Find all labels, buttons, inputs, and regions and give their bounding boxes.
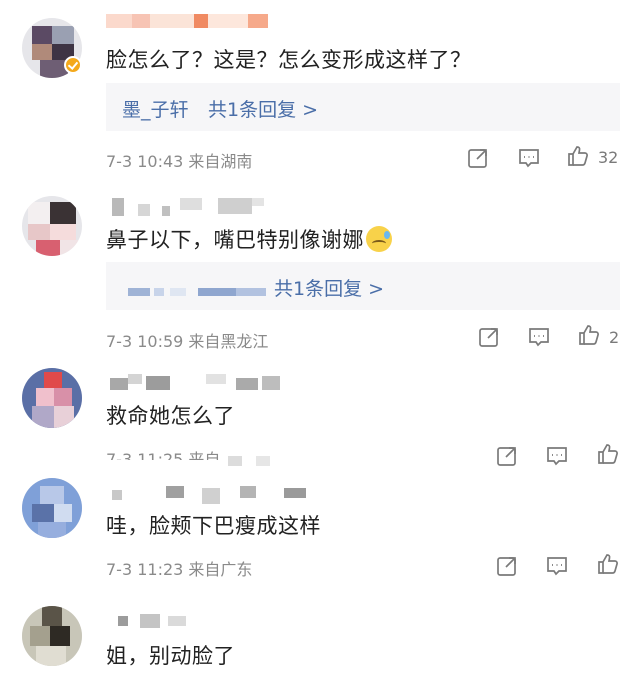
share-icon[interactable] [495,444,519,468]
comment-time: 7-3 10:43 [106,152,184,171]
comment-text: 鼻子以下，嘴巴特别像谢娜 [106,224,392,254]
reply-count-link[interactable]: 共1条回复 > [208,95,318,122]
reply-count-link[interactable]: 共1条回复 > [274,274,384,301]
comment-text: 姐，别动脸了 [106,644,235,668]
comment-meta: 7-3 11:23 来自广东 [106,556,252,580]
comment-text: 脸怎么了？这是？怎么变形成这样了？ [106,48,472,72]
avatar[interactable] [22,196,82,256]
avatar[interactable] [22,606,82,666]
comment-time: 7-3 11:25 [106,450,184,460]
reply-author-redacted [128,288,150,296]
verified-badge-icon [64,56,82,74]
reply-author[interactable]: 墨_子轩 [122,95,189,122]
like-count: 32 [598,148,619,167]
thumbs-up-icon[interactable] [596,442,620,466]
comment-icon[interactable] [527,325,551,349]
comment-location: 来自黑龙江 [188,332,269,351]
username[interactable] [106,198,276,218]
username[interactable] [106,14,276,34]
reply-preview[interactable]: 共1条回复 > [106,262,620,310]
username[interactable] [106,614,226,634]
comment-meta: 7-3 11:25 来自 [106,446,220,460]
comment-icon[interactable] [545,554,569,578]
share-icon[interactable] [477,325,501,349]
username[interactable] [106,486,326,506]
comment-time: 7-3 11:23 [106,560,184,579]
comment-text: 哇，脸颊下巴瘦成这样 [106,514,321,538]
comment-location: 来自广东 [188,560,253,579]
comment-icon[interactable] [545,444,569,468]
comment-location: 来自 [188,450,221,460]
share-icon[interactable] [466,146,490,170]
crying-face-emoji-icon [366,226,392,252]
like-count: 2 [609,328,620,347]
avatar[interactable] [22,478,82,538]
comment-meta: 7-3 10:59 来自黑龙江 [106,328,268,352]
thumbs-up-icon[interactable] [566,144,590,168]
comment-location: 来自湖南 [188,152,253,171]
username[interactable] [106,374,306,394]
thumbs-up-icon[interactable] [596,552,620,576]
share-icon[interactable] [495,554,519,578]
comment-time: 7-3 10:59 [106,332,184,351]
comment-meta: 7-3 10:43 来自湖南 [106,148,252,172]
reply-preview[interactable]: 墨_子轩 共1条回复 > [106,83,620,131]
comment-text: 救命她怎么了 [106,404,235,428]
thumbs-up-icon[interactable] [577,323,601,347]
avatar[interactable] [22,368,82,428]
comment-icon[interactable] [517,146,541,170]
